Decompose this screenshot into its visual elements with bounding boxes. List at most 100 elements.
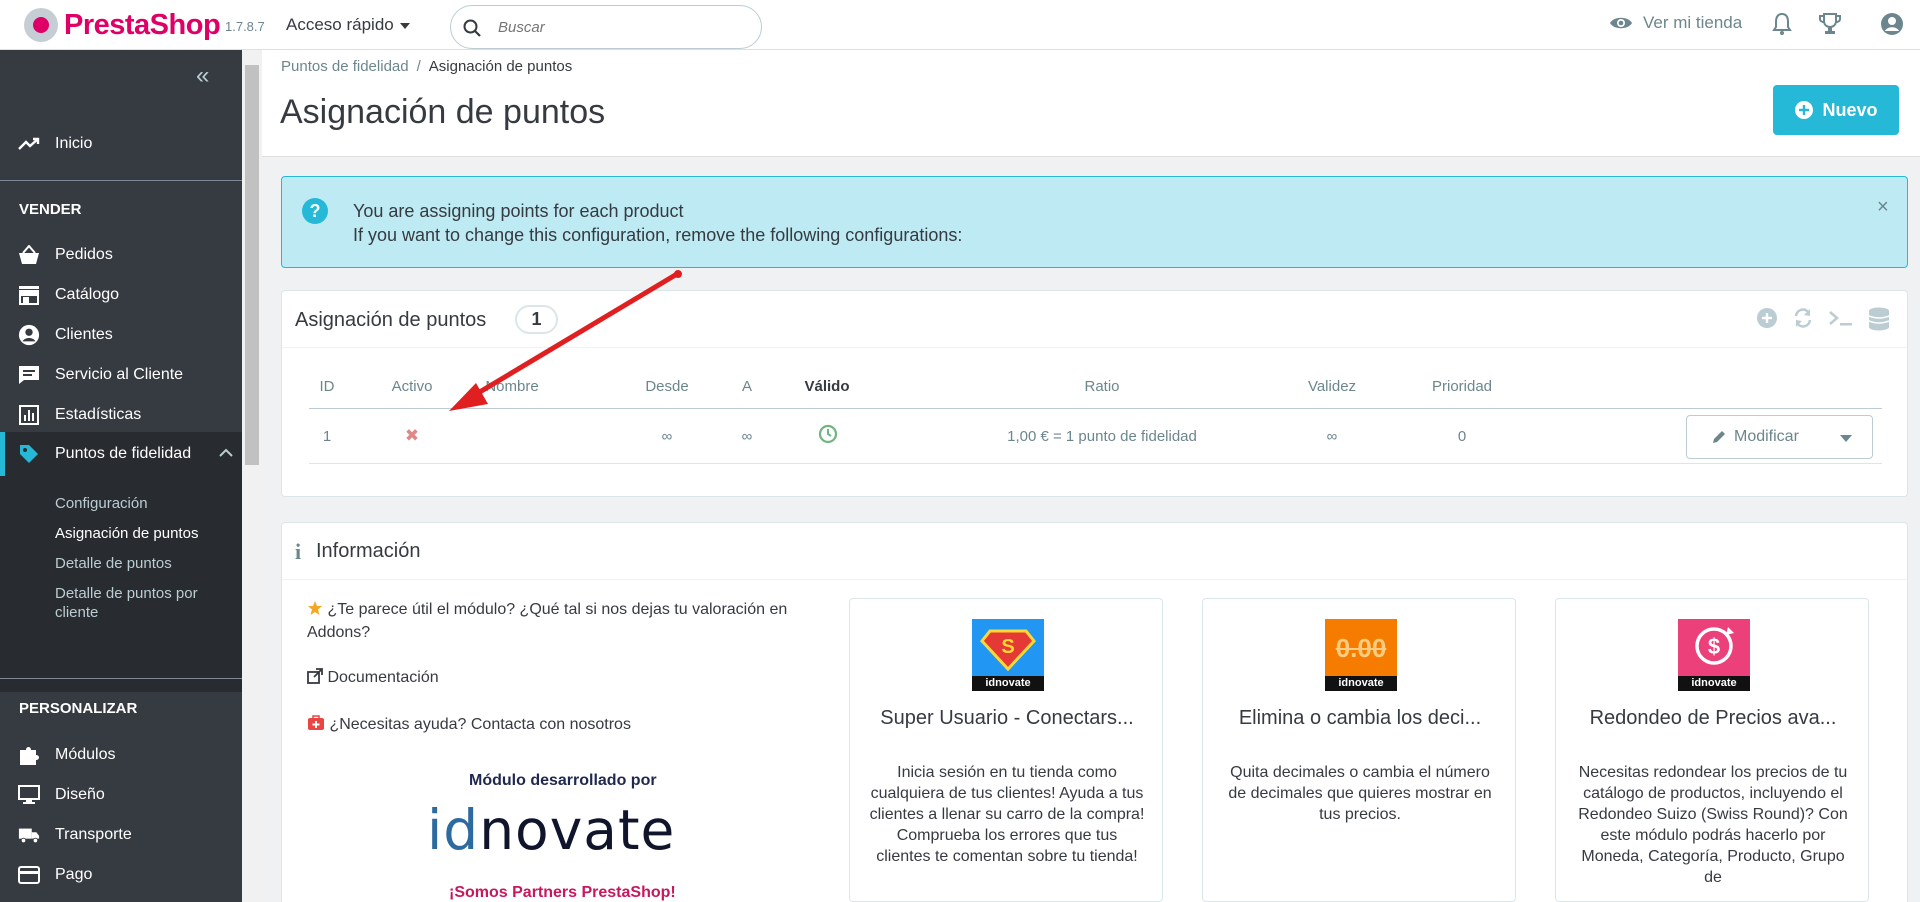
nav-item-catalog[interactable]: Catálogo (0, 275, 242, 315)
account-circle-icon (18, 324, 40, 346)
column-header-to[interactable]: A (732, 378, 762, 395)
column-header-id[interactable]: ID (312, 378, 342, 395)
idnovate-logo[interactable]: idnovate (427, 798, 675, 862)
first-aid-icon (308, 715, 324, 730)
row-divider (309, 463, 1882, 464)
nav-item-label: Clientes (55, 326, 113, 343)
quick-access-dropdown[interactable]: Acceso rápido (286, 15, 410, 35)
svg-text:$: $ (1708, 634, 1720, 659)
nav-item-loyalty-points[interactable]: Puntos de fidelidad (0, 432, 242, 476)
dropdown-toggle-icon[interactable] (1840, 435, 1852, 442)
module-card[interactable]: 0.00 idnovate Elimina o cambia los deci.… (1202, 598, 1516, 902)
sidebar-scrollbar[interactable] (242, 50, 262, 902)
column-header-active[interactable]: Activo (382, 378, 442, 395)
cell-validity: ∞ (1326, 428, 1338, 445)
database-icon[interactable] (1868, 307, 1890, 331)
svg-text:?: ? (310, 201, 321, 221)
rate-module-link[interactable]: ¿Te parece útil el módulo? ¿Qué tal si n… (307, 598, 827, 644)
eye-icon (1610, 17, 1632, 29)
top-bar: PrestaShop 1.7.8.7 Acceso rápido Ver mi … (0, 0, 1920, 50)
count-badge: 1 (515, 305, 558, 334)
collapse-menu-icon[interactable]: « (196, 64, 209, 88)
prestashop-logo-icon[interactable] (24, 8, 58, 42)
breadcrumb-parent[interactable]: Puntos de fidelidad (281, 58, 409, 75)
alert-close-button[interactable]: × (1877, 197, 1889, 217)
alert-line-2: If you want to change this configuration… (353, 225, 963, 245)
decimals-logo-icon: 0.00 idnovate (1325, 619, 1397, 691)
cell-from: ∞ (661, 428, 673, 445)
quick-access-label: Acceso rápido (286, 15, 394, 34)
submenu-item-points-assignment[interactable]: Asignación de puntos (55, 524, 230, 543)
column-header-name[interactable]: Nombre (472, 378, 552, 395)
store-icon (18, 284, 40, 306)
help-circle-icon: ? (302, 198, 328, 224)
brand-name[interactable]: PrestaShop (64, 9, 221, 42)
view-shop-link[interactable]: Ver mi tienda (1609, 13, 1742, 33)
search-box[interactable] (450, 5, 762, 49)
module-card[interactable]: S idnovate Super Usuario - Conectars... … (849, 598, 1163, 902)
view-shop-label: Ver mi tienda (1643, 13, 1743, 32)
caret-down-icon (399, 22, 410, 29)
list-panel: Asignación de puntos 1 ID Activo Nombre … (281, 290, 1908, 497)
add-circle-tool-icon[interactable] (1756, 307, 1778, 329)
rate-module-text: ¿Te parece útil el módulo? ¿Qué tal si n… (307, 601, 788, 641)
nav-item-label: Módulos (55, 746, 116, 763)
trending-up-icon (18, 133, 40, 155)
nav-item-label: Pedidos (55, 246, 113, 263)
external-link-icon (307, 668, 323, 684)
nav-item-stats[interactable]: Estadísticas (0, 395, 242, 435)
puzzle-icon (18, 744, 40, 766)
scrollbar-thumb[interactable] (245, 65, 259, 465)
trophy-icon[interactable] (1818, 12, 1842, 36)
nav-item-modules[interactable]: Módulos (0, 735, 242, 775)
submenu-item-points-detail[interactable]: Detalle de puntos (55, 554, 230, 573)
search-icon (463, 19, 481, 37)
refresh-icon[interactable] (1792, 307, 1814, 329)
new-button[interactable]: Nuevo (1773, 85, 1899, 135)
nav-item-label: Pago (55, 866, 93, 883)
module-card-title[interactable]: Super Usuario - Conectars... (850, 707, 1164, 730)
help-contact-link[interactable]: ¿Necesitas ayuda? Contacta con nosotros (307, 713, 631, 736)
module-card-title[interactable]: Redondeo de Precios ava... (1556, 707, 1870, 730)
alert-line-1: You are assigning points for each produc… (353, 201, 684, 221)
inactive-cross-icon[interactable]: ✖ (382, 426, 442, 446)
column-header-priority[interactable]: Prioridad (1412, 378, 1512, 395)
module-card-title[interactable]: Elimina o cambia los deci... (1203, 707, 1517, 730)
documentation-link[interactable]: Documentación (307, 666, 439, 689)
chat-icon (18, 364, 40, 386)
page-header: Puntos de fidelidad / Asignación de puntos… (262, 50, 1920, 157)
submenu-item-points-per-customer[interactable]: Detalle de puntos por cliente (55, 584, 230, 622)
pencil-icon (1713, 431, 1725, 443)
column-header-valid[interactable]: Válido (792, 378, 862, 395)
info-alert: ? You are assigning points for each prod… (281, 176, 1908, 268)
nav-item-home[interactable]: Inicio (0, 124, 242, 164)
module-card-description: Necesitas redondear los precios de tu ca… (1578, 764, 1848, 886)
nav-item-label: Transporte (55, 826, 132, 843)
section-sell-heading: VENDER (19, 201, 82, 218)
nav-item-customer-service[interactable]: Servicio al Cliente (0, 355, 242, 395)
modify-button[interactable]: Modificar (1686, 415, 1873, 459)
column-header-validity[interactable]: Validez (1292, 378, 1372, 395)
modify-button-label: Modificar (1734, 428, 1799, 445)
info-panel-header: i Información (282, 523, 1907, 580)
search-input[interactable] (498, 16, 748, 38)
bell-icon[interactable] (1772, 12, 1792, 36)
nav-item-orders[interactable]: Pedidos (0, 235, 242, 275)
nav-item-payment[interactable]: Pago (0, 855, 242, 895)
module-card[interactable]: $ idnovate Redondeo de Precios ava... Ne… (1555, 598, 1869, 902)
nav-item-customers[interactable]: Clientes (0, 315, 242, 355)
terminal-icon[interactable] (1828, 307, 1854, 329)
nav-item-shipping[interactable]: Transporte (0, 815, 242, 855)
price-rounding-logo-icon: $ idnovate (1678, 619, 1750, 691)
submenu-item-configuration[interactable]: Configuración (55, 494, 230, 513)
nav-item-design[interactable]: Diseño (0, 775, 242, 815)
new-button-label: Nuevo (1822, 99, 1878, 120)
partners-label: ¡Somos Partners PrestaShop! (449, 884, 676, 901)
header-divider (309, 408, 1882, 409)
sidebar-divider (0, 678, 242, 679)
documentation-text: Documentación (327, 669, 439, 686)
user-account-icon[interactable] (1880, 12, 1904, 36)
column-header-from[interactable]: Desde (632, 378, 702, 395)
column-header-ratio[interactable]: Ratio (1062, 378, 1142, 395)
sidebar: « Inicio VENDER Pedidos Catálogo Cliente… (0, 50, 242, 902)
